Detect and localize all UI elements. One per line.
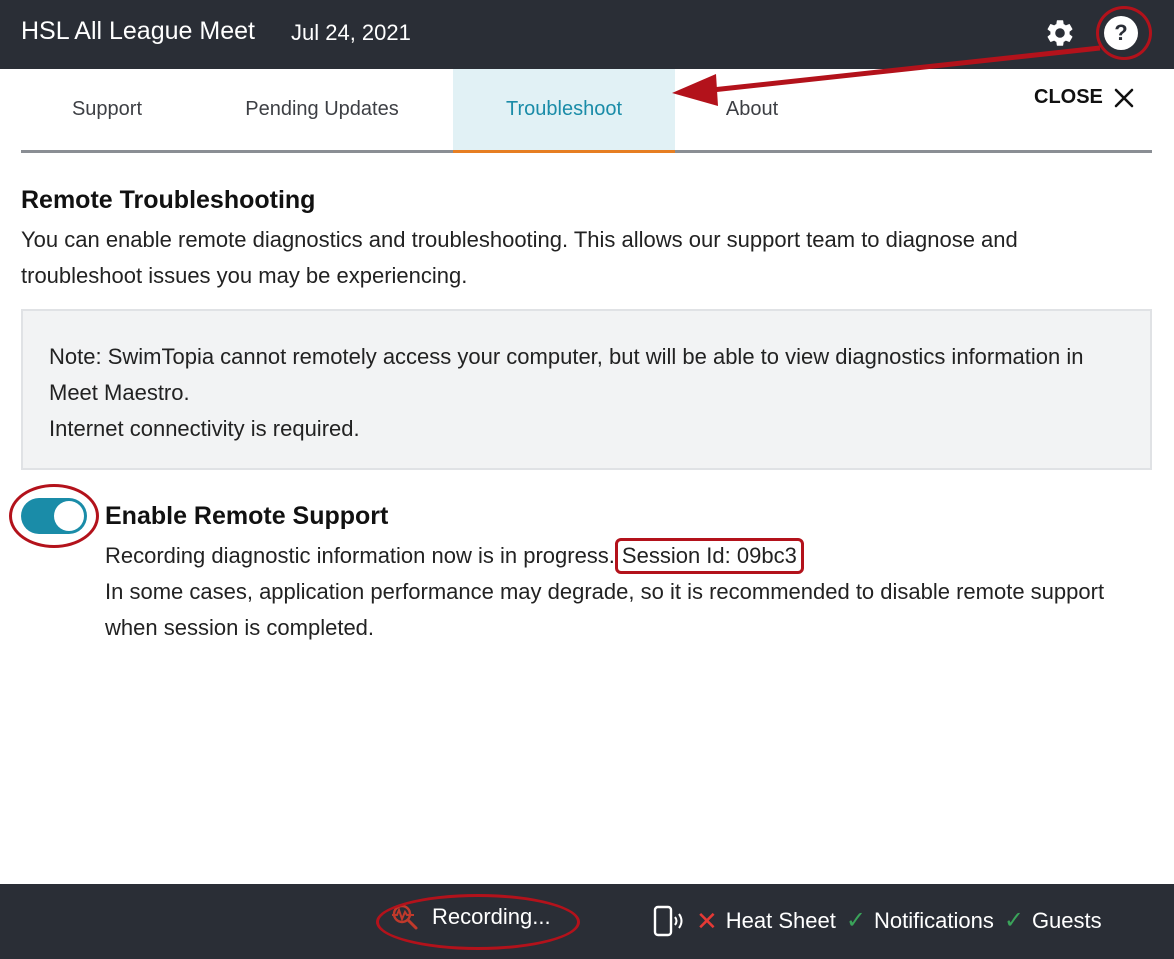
section-title: Remote Troubleshooting <box>21 186 316 214</box>
status-heat-sheet[interactable]: ✕ Heat Sheet <box>696 908 836 934</box>
session-id: Session Id: 09bc3 <box>614 538 804 574</box>
check-icon: ✓ <box>1003 907 1024 934</box>
meet-title: HSL All League Meet <box>21 17 255 45</box>
close-button[interactable]: CLOSE <box>1034 86 1135 109</box>
error-x-icon: ✕ <box>696 906 718 936</box>
heat-sheet-label: Heat Sheet <box>725 908 836 933</box>
status-bar: Recording... ✕ Heat Sheet ✓ Notification… <box>0 884 1174 959</box>
status-items: ✕ Heat Sheet ✓ Notifications ✓ Guests <box>652 904 1102 938</box>
notifications-label: Notifications <box>873 908 994 933</box>
meet-date: Jul 24, 2021 <box>291 20 411 45</box>
gear-icon[interactable] <box>1043 16 1077 50</box>
toggle-knob <box>54 501 84 531</box>
app-header: HSL All League Meet Jul 24, 2021 ? <box>0 0 1174 69</box>
remote-support-description: Recording diagnostic information now is … <box>105 538 1145 646</box>
tab-about[interactable]: About <box>691 69 813 150</box>
recording-indicator[interactable]: Recording... <box>390 903 551 931</box>
recording-magnifier-icon <box>392 904 418 930</box>
status-guests[interactable]: ✓ Guests <box>1004 908 1102 934</box>
remote-support-toggle[interactable] <box>21 498 87 534</box>
note-text: Note: SwimTopia cannot remotely access y… <box>49 344 1084 405</box>
tab-pending-updates[interactable]: Pending Updates <box>216 69 428 150</box>
close-label: CLOSE <box>1034 86 1103 108</box>
performance-warning: In some cases, application performance m… <box>105 579 1105 640</box>
note-box: Note: SwimTopia cannot remotely access y… <box>21 309 1152 470</box>
tab-bar: Support Pending Updates Troubleshoot Abo… <box>21 69 1152 153</box>
close-icon <box>1114 88 1134 107</box>
intro-text: You can enable remote diagnostics and tr… <box>21 227 1018 288</box>
guests-label: Guests <box>1031 908 1102 933</box>
remote-support-title: Enable Remote Support <box>105 502 389 530</box>
question-circle-icon[interactable]: ? <box>1104 16 1138 50</box>
phone-signal-icon[interactable] <box>652 904 686 938</box>
note-connectivity: Internet connectivity is required. <box>49 416 360 441</box>
check-icon: ✓ <box>845 907 866 934</box>
recording-label: Recording... <box>432 904 551 929</box>
recording-status-text: Recording diagnostic information now is … <box>105 543 615 568</box>
tab-support[interactable]: Support <box>21 69 193 150</box>
tab-troubleshoot[interactable]: Troubleshoot <box>453 69 675 153</box>
status-notifications[interactable]: ✓ Notifications <box>846 908 994 934</box>
